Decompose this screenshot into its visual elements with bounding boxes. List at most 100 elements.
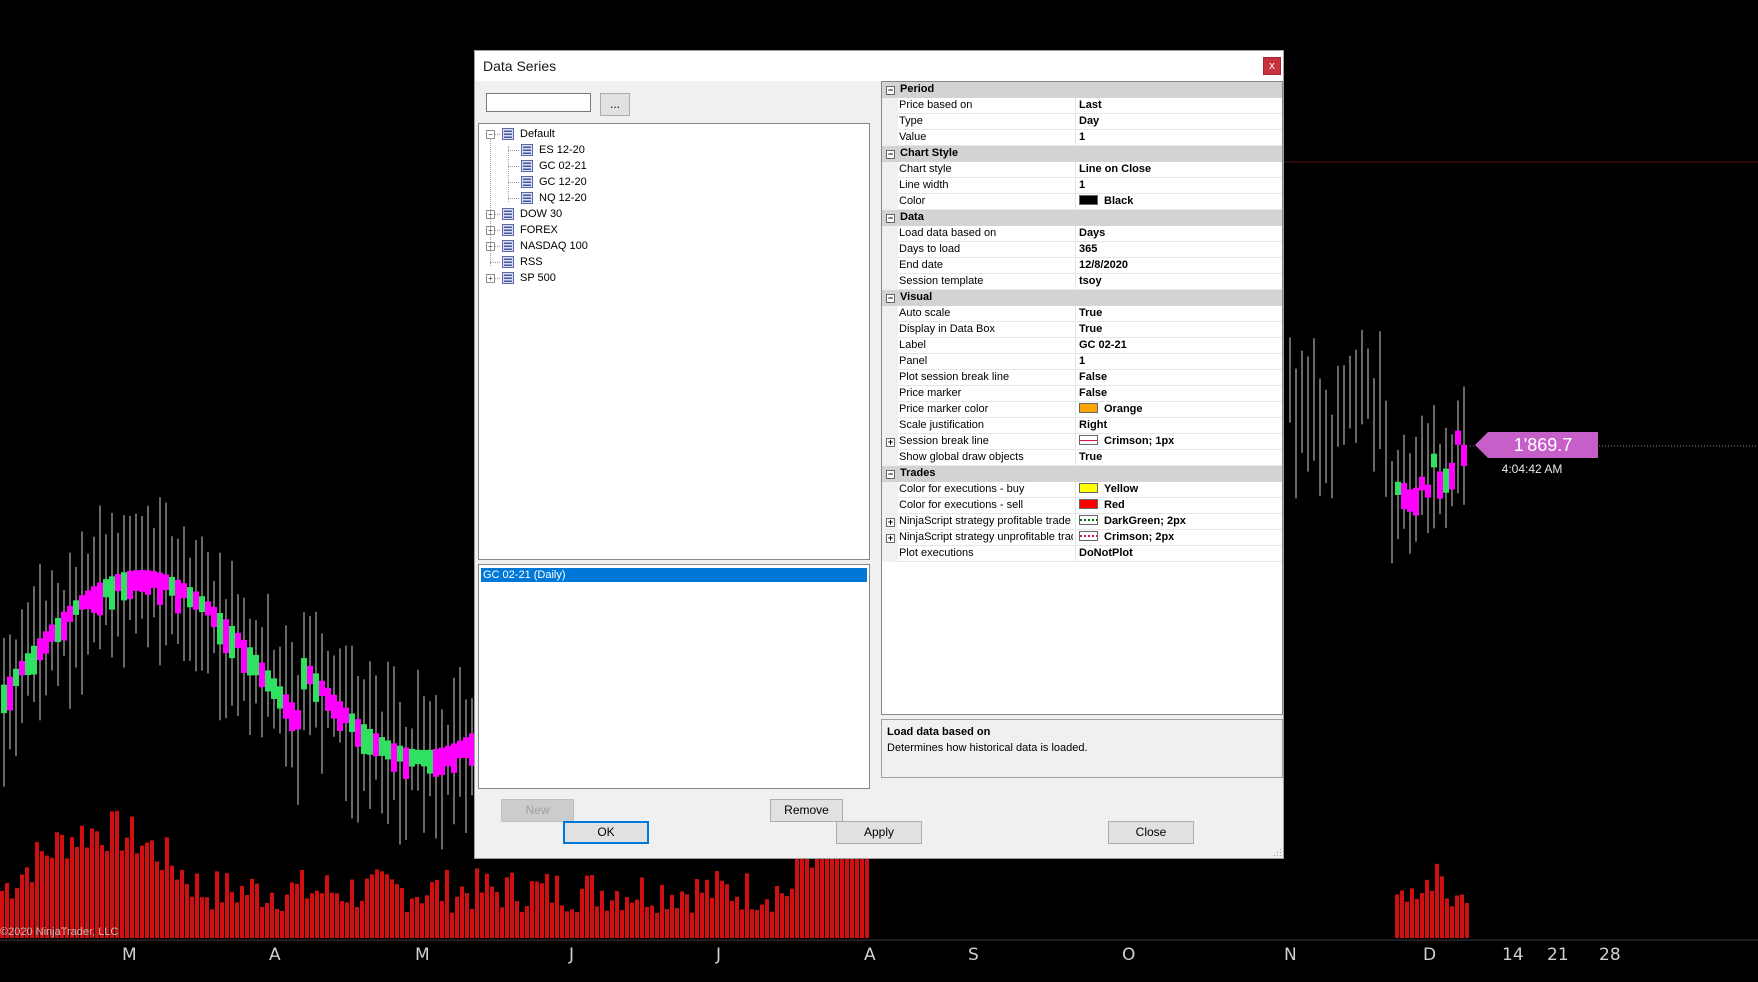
property-value-text: tsoy xyxy=(1079,275,1102,287)
instrument-search-input[interactable] xyxy=(486,93,591,112)
category-period[interactable]: − Period xyxy=(882,82,1282,98)
property-row[interactable]: Price marker False xyxy=(882,386,1282,402)
property-value[interactable]: Yellow xyxy=(1075,482,1281,497)
property-value[interactable]: Last xyxy=(1075,98,1281,113)
property-row[interactable]: Auto scale True xyxy=(882,306,1282,322)
property-value[interactable]: 1 xyxy=(1075,354,1281,369)
property-row[interactable]: Load data based on Days xyxy=(882,226,1282,242)
property-row[interactable]: Chart style Line on Close xyxy=(882,162,1282,178)
close-button[interactable]: Close xyxy=(1108,821,1194,844)
instrument-list-icon xyxy=(502,240,514,252)
property-row[interactable]: Line width 1 xyxy=(882,178,1282,194)
property-row[interactable]: Plot session break line False xyxy=(882,370,1282,386)
property-value[interactable]: GC 02-21 xyxy=(1075,338,1281,353)
collapse-icon[interactable]: − xyxy=(886,470,895,479)
category-data[interactable]: − Data xyxy=(882,210,1282,226)
property-row[interactable]: End date 12/8/2020 xyxy=(882,258,1282,274)
property-value[interactable]: DarkGreen; 2px xyxy=(1075,514,1281,529)
property-row[interactable]: Value 1 xyxy=(882,130,1282,146)
volume-bar xyxy=(1450,906,1454,938)
property-value[interactable]: 1 xyxy=(1075,130,1281,145)
property-row[interactable]: Plot executions DoNotPlot xyxy=(882,546,1282,562)
remove-button[interactable]: Remove xyxy=(770,799,843,822)
property-value[interactable]: True xyxy=(1075,450,1281,465)
category-trades[interactable]: − Trades xyxy=(882,466,1282,482)
browse-button[interactable]: ... xyxy=(600,93,630,116)
property-row[interactable]: Session template tsoy xyxy=(882,274,1282,290)
tree-item-list[interactable]: − Default xyxy=(479,126,869,142)
property-row[interactable]: Scale justification Right xyxy=(882,418,1282,434)
expand-icon[interactable]: + xyxy=(486,274,495,283)
tree-item-list[interactable]: + FOREX xyxy=(479,222,869,238)
profile-block xyxy=(325,687,331,711)
new-button[interactable]: New xyxy=(501,799,574,822)
property-row[interactable]: Show global draw objects True xyxy=(882,450,1282,466)
property-value[interactable]: 12/8/2020 xyxy=(1075,258,1281,273)
property-row[interactable]: Type Day xyxy=(882,114,1282,130)
collapse-icon[interactable]: − xyxy=(886,150,895,159)
collapse-icon[interactable]: − xyxy=(886,86,895,95)
property-grid[interactable]: − Period Price based on Last Type Day Value 1− C… xyxy=(881,81,1283,715)
expand-icon[interactable]: + xyxy=(886,534,895,543)
data-series-list[interactable]: GC 02-21 (Daily) xyxy=(478,564,870,789)
property-name: Auto scale xyxy=(899,307,951,319)
property-value[interactable]: False xyxy=(1075,370,1281,385)
volume-bar xyxy=(645,906,649,938)
tree-item-list[interactable]: + DOW 30 xyxy=(479,206,869,222)
category-chart-style[interactable]: − Chart Style xyxy=(882,146,1282,162)
property-value[interactable]: Right xyxy=(1075,418,1281,433)
property-value[interactable]: 1 xyxy=(1075,178,1281,193)
tree-item-instrument[interactable]: ES 12-20 xyxy=(479,142,869,158)
property-value[interactable]: Days xyxy=(1075,226,1281,241)
property-row[interactable]: Label GC 02-21 xyxy=(882,338,1282,354)
tree-item-list[interactable]: RSS xyxy=(479,254,869,270)
category-visual[interactable]: − Visual xyxy=(882,290,1282,306)
volume-bar xyxy=(435,879,439,938)
title-bar[interactable]: Data Series x xyxy=(475,51,1283,81)
property-row[interactable]: + NinjaScript strategy unprofitable trade… xyxy=(882,530,1282,546)
expand-icon[interactable]: + xyxy=(886,438,895,447)
property-value[interactable]: Black xyxy=(1075,194,1281,209)
property-value[interactable]: Line on Close xyxy=(1075,162,1281,177)
property-value[interactable]: DoNotPlot xyxy=(1075,546,1281,561)
property-value[interactable]: False xyxy=(1075,386,1281,401)
profile-block xyxy=(265,670,271,692)
tree-item-list[interactable]: + NASDAQ 100 xyxy=(479,238,869,254)
property-row[interactable]: + Session break line Crimson; 1px xyxy=(882,434,1282,450)
property-value[interactable]: Crimson; 2px xyxy=(1075,530,1281,545)
property-row[interactable]: Color Black xyxy=(882,194,1282,210)
property-row[interactable]: Color for executions - buy Yellow xyxy=(882,482,1282,498)
property-value[interactable]: Red xyxy=(1075,498,1281,513)
tree-item-instrument[interactable]: GC 02-21 xyxy=(479,158,869,174)
property-value[interactable]: Day xyxy=(1075,114,1281,129)
ok-button[interactable]: OK xyxy=(563,821,649,844)
property-row[interactable]: Days to load 365 xyxy=(882,242,1282,258)
property-row[interactable]: Price marker color Orange xyxy=(882,402,1282,418)
instrument-tree[interactable]: − Default ES 12-20 GC 02-21 GC 12-20 NQ 12-20… xyxy=(478,123,870,560)
list-item[interactable]: GC 02-21 (Daily) xyxy=(481,568,867,582)
apply-button[interactable]: Apply xyxy=(836,821,922,844)
property-row[interactable]: Panel 1 xyxy=(882,354,1282,370)
property-value[interactable]: tsoy xyxy=(1075,274,1281,289)
property-value[interactable]: Orange xyxy=(1075,402,1281,417)
resize-grip-icon[interactable] xyxy=(1272,847,1282,857)
profile-block xyxy=(385,740,391,760)
volume-bar xyxy=(585,875,589,938)
property-value[interactable]: Crimson; 1px xyxy=(1075,434,1281,449)
close-icon[interactable]: x xyxy=(1263,57,1281,75)
property-row[interactable]: Color for executions - sell Red xyxy=(882,498,1282,514)
property-row[interactable]: + NinjaScript strategy profitable trade Da… xyxy=(882,514,1282,530)
collapse-icon[interactable]: − xyxy=(886,214,895,223)
property-value[interactable]: True xyxy=(1075,322,1281,337)
property-value[interactable]: True xyxy=(1075,306,1281,321)
property-row[interactable]: Display in Data Box True xyxy=(882,322,1282,338)
tree-item-instrument[interactable]: GC 12-20 xyxy=(479,174,869,190)
tree-item-list[interactable]: + SP 500 xyxy=(479,270,869,286)
expand-icon[interactable]: + xyxy=(886,518,895,527)
property-row[interactable]: Price based on Last xyxy=(882,98,1282,114)
tree-item-instrument[interactable]: NQ 12-20 xyxy=(479,190,869,206)
category-label: Chart Style xyxy=(900,147,959,159)
property-value[interactable]: 365 xyxy=(1075,242,1281,257)
property-value-text: False xyxy=(1079,387,1108,399)
collapse-icon[interactable]: − xyxy=(886,294,895,303)
